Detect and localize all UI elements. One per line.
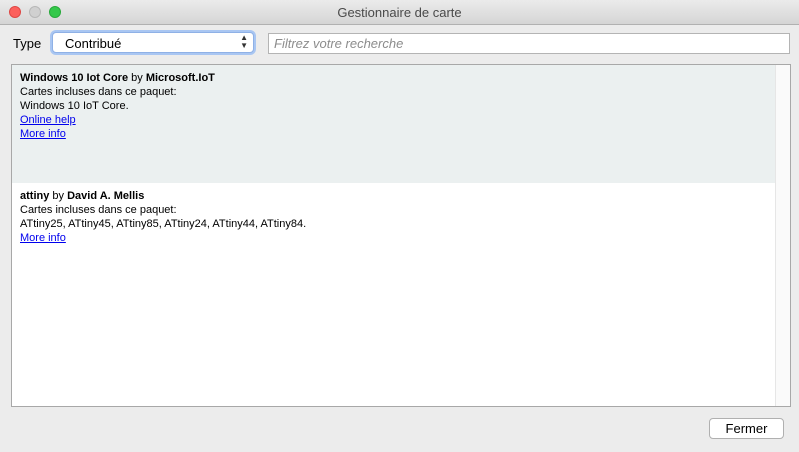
type-select-value: Contribué bbox=[65, 36, 122, 51]
boards-list: ATtiny25, ATtiny45, ATtiny85, ATtiny24, … bbox=[20, 218, 307, 230]
package-list[interactable]: Windows 10 Iot Core by Microsoft.IoT Car… bbox=[11, 64, 791, 407]
package-author: Microsoft.IoT bbox=[145, 72, 215, 84]
list-item[interactable]: Windows 10 Iot Core by Microsoft.IoT Car… bbox=[12, 65, 775, 183]
more-info-link[interactable]: More info bbox=[20, 231, 66, 245]
package-by: by bbox=[52, 190, 65, 202]
title-bar[interactable]: Gestionnaire de carte bbox=[0, 0, 799, 25]
boards-list: Windows 10 IoT Core. bbox=[20, 100, 129, 112]
search-input[interactable] bbox=[268, 33, 790, 54]
online-help-link[interactable]: Online help bbox=[20, 113, 76, 127]
package-header: attiny by David A. Mellis bbox=[20, 189, 767, 203]
package-header: Windows 10 Iot Core by Microsoft.IoT bbox=[20, 71, 767, 85]
package-name: attiny bbox=[20, 190, 50, 202]
up-down-arrows-icon: ▲ ▼ bbox=[240, 33, 248, 50]
package-name: Windows 10 Iot Core bbox=[20, 72, 129, 84]
list-item[interactable]: attiny by David A. Mellis Cartes incluse… bbox=[12, 183, 775, 273]
close-button[interactable]: Fermer bbox=[709, 418, 784, 439]
package-author: David A. Mellis bbox=[67, 190, 145, 202]
type-label: Type bbox=[13, 36, 42, 51]
boards-manager-window: Gestionnaire de carte Type Contribué ▲ ▼ … bbox=[0, 0, 799, 452]
package-by: by bbox=[131, 72, 143, 84]
window-title: Gestionnaire de carte bbox=[337, 5, 462, 20]
type-select[interactable]: Contribué ▲ ▼ bbox=[52, 32, 254, 53]
more-info-link[interactable]: More info bbox=[20, 127, 66, 141]
scrollbar[interactable] bbox=[775, 65, 790, 406]
boards-intro: Cartes incluses dans ce paquet: bbox=[20, 204, 177, 216]
boards-intro: Cartes incluses dans ce paquet: bbox=[20, 86, 177, 98]
